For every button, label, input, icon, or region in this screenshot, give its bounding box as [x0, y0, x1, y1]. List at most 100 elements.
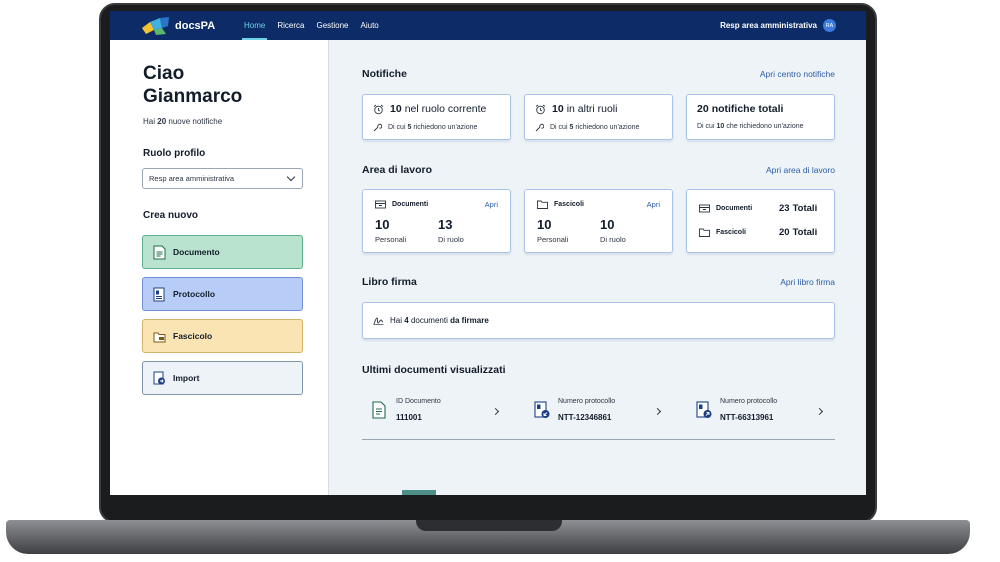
app-logo[interactable]: docsPA: [140, 16, 222, 36]
recent-item-label: Numero protocollo: [558, 398, 616, 405]
create-protocollo-label: Protocollo: [173, 289, 216, 299]
open-documents-link[interactable]: Apri: [485, 200, 498, 209]
open-notification-center-link[interactable]: Apri centro notifiche: [760, 69, 835, 79]
open-folders-link[interactable]: Apri: [647, 200, 660, 209]
import-label: Import: [173, 373, 200, 383]
recent-item-value: NTT-12346861: [558, 413, 612, 422]
work-documents-label: Documenti: [392, 201, 429, 208]
greeting-line1: Ciao: [143, 63, 185, 84]
tray-icon: [699, 204, 710, 213]
nav-gestione[interactable]: Gestione: [310, 11, 354, 40]
screen: docsPA Home Ricerca Gestione Aiuto Resp …: [110, 11, 866, 495]
folders-personal-count: 10: [537, 217, 552, 232]
notif-sub-prefix: Di cui: [388, 124, 406, 131]
documents-personal-label: Personali: [375, 235, 407, 244]
logo-text: docsPA: [175, 19, 216, 32]
signature-book-text: Hai 4 documenti da firmare: [373, 315, 489, 325]
notification-card-other-roles[interactable]: 10 in altri ruoli Di cui 5 richiedono un…: [524, 94, 673, 140]
greeting: Ciao Gianmarco: [143, 62, 242, 108]
folders-personal-label: Personali: [537, 235, 569, 244]
totals-documents-value: 23 Totali: [779, 203, 817, 214]
nav-home[interactable]: Home: [238, 11, 271, 40]
notification-card-current-role[interactable]: 10 nel ruolo corrente Di cui 5 richiedon…: [362, 94, 511, 140]
folders-role-label: Di ruolo: [600, 235, 626, 244]
laptop-notch: [416, 520, 562, 531]
greeting-name: Gianmarco: [143, 86, 243, 107]
folder-icon: [153, 332, 166, 342]
notif-card-sub: Di cui 5 richiedono un'azione: [535, 123, 639, 132]
open-work-area-link[interactable]: Apri area di lavoro: [766, 165, 835, 175]
recent-item-label: ID Documento: [396, 398, 441, 405]
nav-aiuto[interactable]: Aiuto: [355, 11, 385, 40]
notif-sub-count: 5: [569, 124, 574, 131]
avatar[interactable]: RA: [823, 19, 836, 32]
open-signature-book-link[interactable]: Apri libro firma: [780, 277, 835, 287]
notif-text: nel ruolo corrente: [404, 103, 487, 115]
notif-count: 10: [552, 103, 564, 115]
notif-count: 20: [157, 117, 167, 126]
import-button[interactable]: Import: [142, 361, 303, 395]
notif-sub-suffix: richiedono un'azione: [575, 124, 640, 131]
logo-icon: [142, 16, 169, 35]
laptop-bezel: [110, 495, 866, 515]
top-navbar: docsPA Home Ricerca Gestione Aiuto Resp …: [110, 11, 866, 40]
totals-folders-count: 20: [779, 227, 790, 238]
alarm-icon: [373, 104, 384, 114]
notif-card-heading: 10 nel ruolo corrente: [373, 103, 486, 115]
recent-documents-list: ID Documento 111001 Numero protocollo NT…: [362, 390, 835, 440]
notif-suffix: nuove notifiche: [168, 117, 223, 126]
create-fascicolo-button[interactable]: Fascicolo: [142, 319, 303, 353]
document-icon: [372, 401, 386, 419]
tray-icon: [375, 200, 386, 209]
main-content: Notifiche Apri centro notifiche 10 nel r…: [330, 40, 866, 495]
work-folders-heading: Fascicoli: [537, 200, 584, 209]
libro-firma-title: Libro firma: [362, 276, 417, 288]
notif-text: in altri ruoli: [566, 103, 618, 115]
notif-prefix: Hai: [143, 117, 156, 126]
notification-card-total[interactable]: 20 notifiche totali Di cui 10 che richie…: [686, 94, 835, 140]
nav-ricerca[interactable]: Ricerca: [271, 11, 310, 40]
notif-card-heading: 10 in altri ruoli: [535, 103, 617, 115]
recent-protocol-item[interactable]: Numero protocollo NTT-12346861: [524, 396, 674, 432]
protocol-icon: [153, 287, 165, 301]
create-documento-label: Documento: [173, 247, 220, 257]
recent-protocol-item[interactable]: Numero protocollo NTT-66313961: [686, 396, 836, 432]
folder-icon: [699, 228, 710, 237]
chevron-right-icon: [491, 407, 500, 416]
protocol-outgoing-icon: [696, 401, 712, 418]
notification-summary: Hai 20 nuove notifiche: [143, 117, 222, 126]
folders-role-count: 10: [600, 217, 615, 232]
work-documents-card: Documenti Apri 10 Personali 13 Di ruolo: [362, 189, 511, 253]
create-protocollo-button[interactable]: Protocollo: [142, 277, 303, 311]
bottom-bar-segment: [402, 490, 436, 495]
notif-text: notifiche totali: [711, 103, 784, 115]
user-role: Resp area amministrativa: [720, 21, 817, 30]
totals-documents-row: Documenti 23 Totali: [699, 203, 829, 214]
notif-sub-count: 5: [407, 124, 412, 131]
recent-document-item[interactable]: ID Documento 111001: [362, 396, 512, 432]
signature-book-card[interactable]: Hai 4 documenti da firmare: [362, 302, 835, 339]
role-select[interactable]: Resp area amministrativa: [142, 168, 303, 189]
recent-item-value: NTT-66313961: [720, 413, 774, 422]
wrench-icon: [535, 123, 544, 132]
notif-count: 10: [390, 103, 402, 115]
notif-sub-count: 10: [716, 123, 725, 130]
user-menu[interactable]: Resp area amministrativa RA: [720, 11, 836, 40]
role-select-value: Resp area amministrativa: [149, 174, 235, 183]
notif-card-sub: Di cui 5 richiedono un'azione: [373, 123, 477, 132]
protocol-incoming-icon: [534, 401, 550, 418]
create-documento-button[interactable]: Documento: [142, 235, 303, 269]
import-icon: [153, 371, 165, 384]
signature-count: 4: [404, 315, 409, 325]
notif-sub-suffix: che richiedono un'azione: [726, 123, 804, 130]
notif-card-sub: Di cui 10 che richiedono un'azione: [697, 123, 804, 130]
notif-card-heading: 20 notifiche totali: [697, 103, 786, 115]
document-icon: [153, 245, 166, 259]
totals-suffix: Totali: [792, 227, 818, 238]
signature-mid: documenti: [410, 315, 448, 325]
notif-sub-prefix: Di cui: [550, 124, 568, 131]
work-documents-heading: Documenti: [375, 200, 428, 209]
folder-icon: [537, 200, 548, 209]
left-panel: Ciao Gianmarco Hai 20 nuove notifiche Ru…: [110, 40, 329, 495]
alarm-icon: [535, 104, 546, 114]
